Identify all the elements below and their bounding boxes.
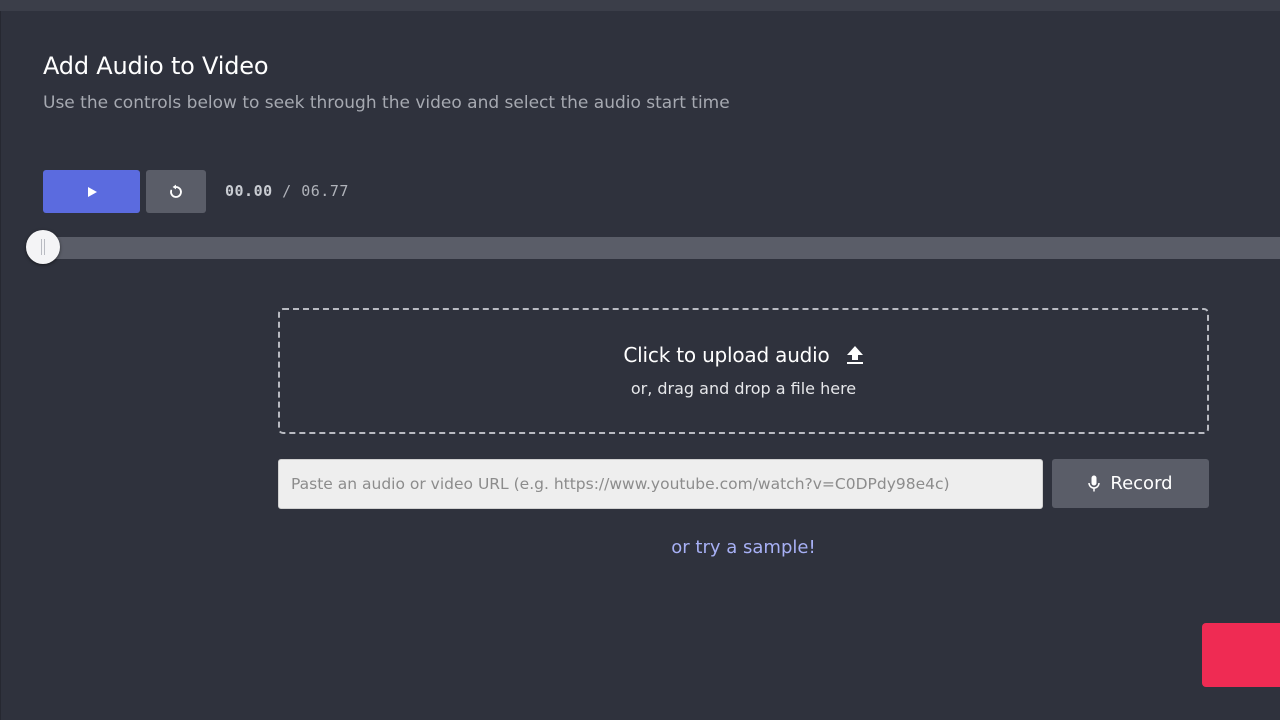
upload-subtitle: or, drag and drop a file here [630,379,857,398]
microphone-icon [1088,475,1101,492]
upload-icon [846,345,864,365]
record-button[interactable]: Record [1052,459,1209,508]
grip-icon [41,239,45,255]
url-input[interactable] [278,459,1043,509]
floating-action-button[interactable] [1202,623,1280,687]
try-sample-link[interactable]: or try a sample! [671,537,815,558]
play-icon [86,186,98,198]
play-button[interactable] [43,170,140,213]
record-label: Record [1110,473,1173,494]
time-separator: / [272,182,302,200]
seek-track[interactable] [43,237,1280,259]
top-bar [0,0,1280,11]
upload-title-row: Click to upload audio [280,343,1207,367]
restart-button[interactable] [146,170,206,213]
current-time: 00.00 [225,182,273,200]
sample-row: or try a sample! [278,537,1209,558]
page-title: Add Audio to Video [43,52,269,80]
upload-title: Click to upload audio [623,343,830,367]
seek-handle[interactable] [26,230,60,264]
upload-dropzone[interactable]: Click to upload audio or, drag and drop … [278,308,1209,434]
page-subtitle: Use the controls below to seek through t… [43,93,730,113]
restart-icon [168,184,184,200]
time-readout: 00.00 / 06.77 [225,181,349,201]
duration: 06.77 [301,182,349,200]
